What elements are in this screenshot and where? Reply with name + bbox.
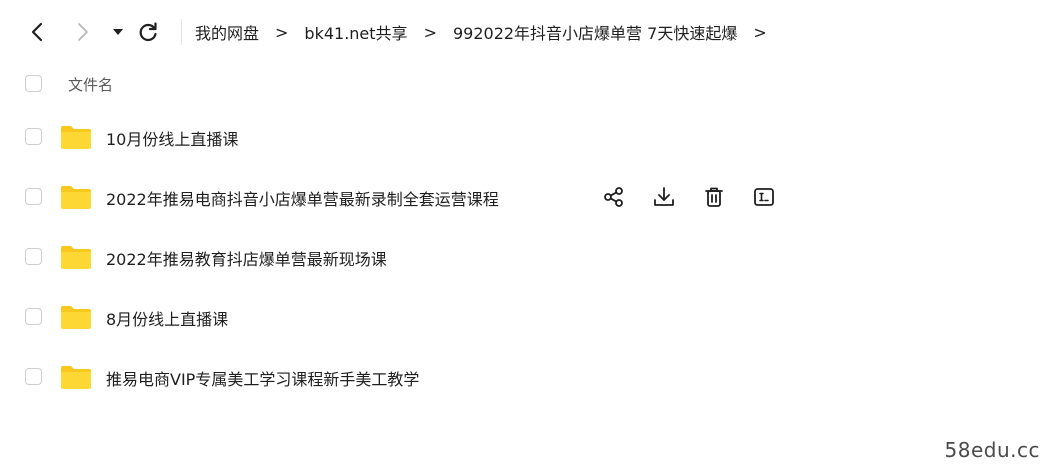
file-row[interactable]: 2022年推易教育抖店爆单营最新现场课 xyxy=(0,227,1054,287)
row-checkbox[interactable] xyxy=(25,188,42,205)
file-row[interactable]: 8月份线上直播课 xyxy=(0,287,1054,347)
file-list-header: 文件名 xyxy=(0,64,1054,104)
nav-divider xyxy=(181,19,182,45)
file-browser: 我的网盘 > bk41.net共享 > 992022年抖音小店爆单营 7天快速起… xyxy=(0,0,1054,472)
folder-icon xyxy=(61,186,91,209)
column-header-filename[interactable]: 文件名 xyxy=(68,74,113,95)
row-checkbox[interactable] xyxy=(25,368,42,385)
share-icon xyxy=(604,187,623,207)
chevron-left-icon xyxy=(31,22,43,42)
file-name[interactable]: 8月份线上直播课 xyxy=(106,306,228,330)
breadcrumb-item-shared[interactable]: bk41.net共享 xyxy=(304,20,407,44)
folder-icon xyxy=(61,306,91,329)
chevron-right-icon xyxy=(78,23,88,41)
caret-down-icon xyxy=(113,29,123,35)
breadcrumb-item-my-drive[interactable]: 我的网盘 xyxy=(195,20,259,44)
file-list: 10月份线上直播课 2022年推易电商抖音小店爆单营最新录制全套运营课程 202… xyxy=(0,107,1054,407)
back-button[interactable] xyxy=(23,18,51,46)
delete-icon xyxy=(705,187,723,207)
folder-icon xyxy=(61,126,91,149)
row-checkbox[interactable] xyxy=(25,308,42,325)
breadcrumb-item-current-folder[interactable]: 992022年抖音小店爆单营 7天快速起爆 xyxy=(453,20,737,44)
download-button[interactable] xyxy=(650,183,678,211)
file-name[interactable]: 2022年推易教育抖店爆单营最新现场课 xyxy=(106,246,387,270)
forward-button[interactable] xyxy=(69,18,97,46)
share-button[interactable] xyxy=(600,183,628,211)
breadcrumb-separator: > xyxy=(423,22,437,42)
breadcrumb-separator: > xyxy=(275,22,289,42)
rename-button[interactable] xyxy=(750,183,778,211)
download-icon xyxy=(654,187,674,206)
file-row[interactable]: 推易电商VIP专属美工学习课程新手美工教学 xyxy=(0,347,1054,407)
folder-icon xyxy=(61,366,91,389)
row-checkbox[interactable] xyxy=(25,248,42,265)
history-dropdown-button[interactable] xyxy=(104,18,132,46)
folder-icon xyxy=(61,246,91,269)
file-name[interactable]: 10月份线上直播课 xyxy=(106,126,238,150)
refresh-icon xyxy=(139,22,157,42)
row-actions xyxy=(600,183,800,211)
watermark: 58edu.cc xyxy=(944,438,1040,462)
navigation-bar: 我的网盘 > bk41.net共享 > 992022年抖音小店爆单营 7天快速起… xyxy=(0,10,1054,54)
delete-button[interactable] xyxy=(700,183,728,211)
file-name[interactable]: 2022年推易电商抖音小店爆单营最新录制全套运营课程 xyxy=(106,186,499,210)
file-name[interactable]: 推易电商VIP专属美工学习课程新手美工教学 xyxy=(106,366,419,390)
select-all-checkbox[interactable] xyxy=(25,75,42,92)
breadcrumb-separator: > xyxy=(753,22,767,42)
rename-icon xyxy=(754,188,774,206)
refresh-button[interactable] xyxy=(134,18,162,46)
file-row[interactable]: 2022年推易电商抖音小店爆单营最新录制全套运营课程 xyxy=(0,167,1054,227)
row-checkbox[interactable] xyxy=(25,128,42,145)
file-row[interactable]: 10月份线上直播课 xyxy=(0,107,1054,167)
breadcrumb: 我的网盘 > bk41.net共享 > 992022年抖音小店爆单营 7天快速起… xyxy=(195,18,783,46)
